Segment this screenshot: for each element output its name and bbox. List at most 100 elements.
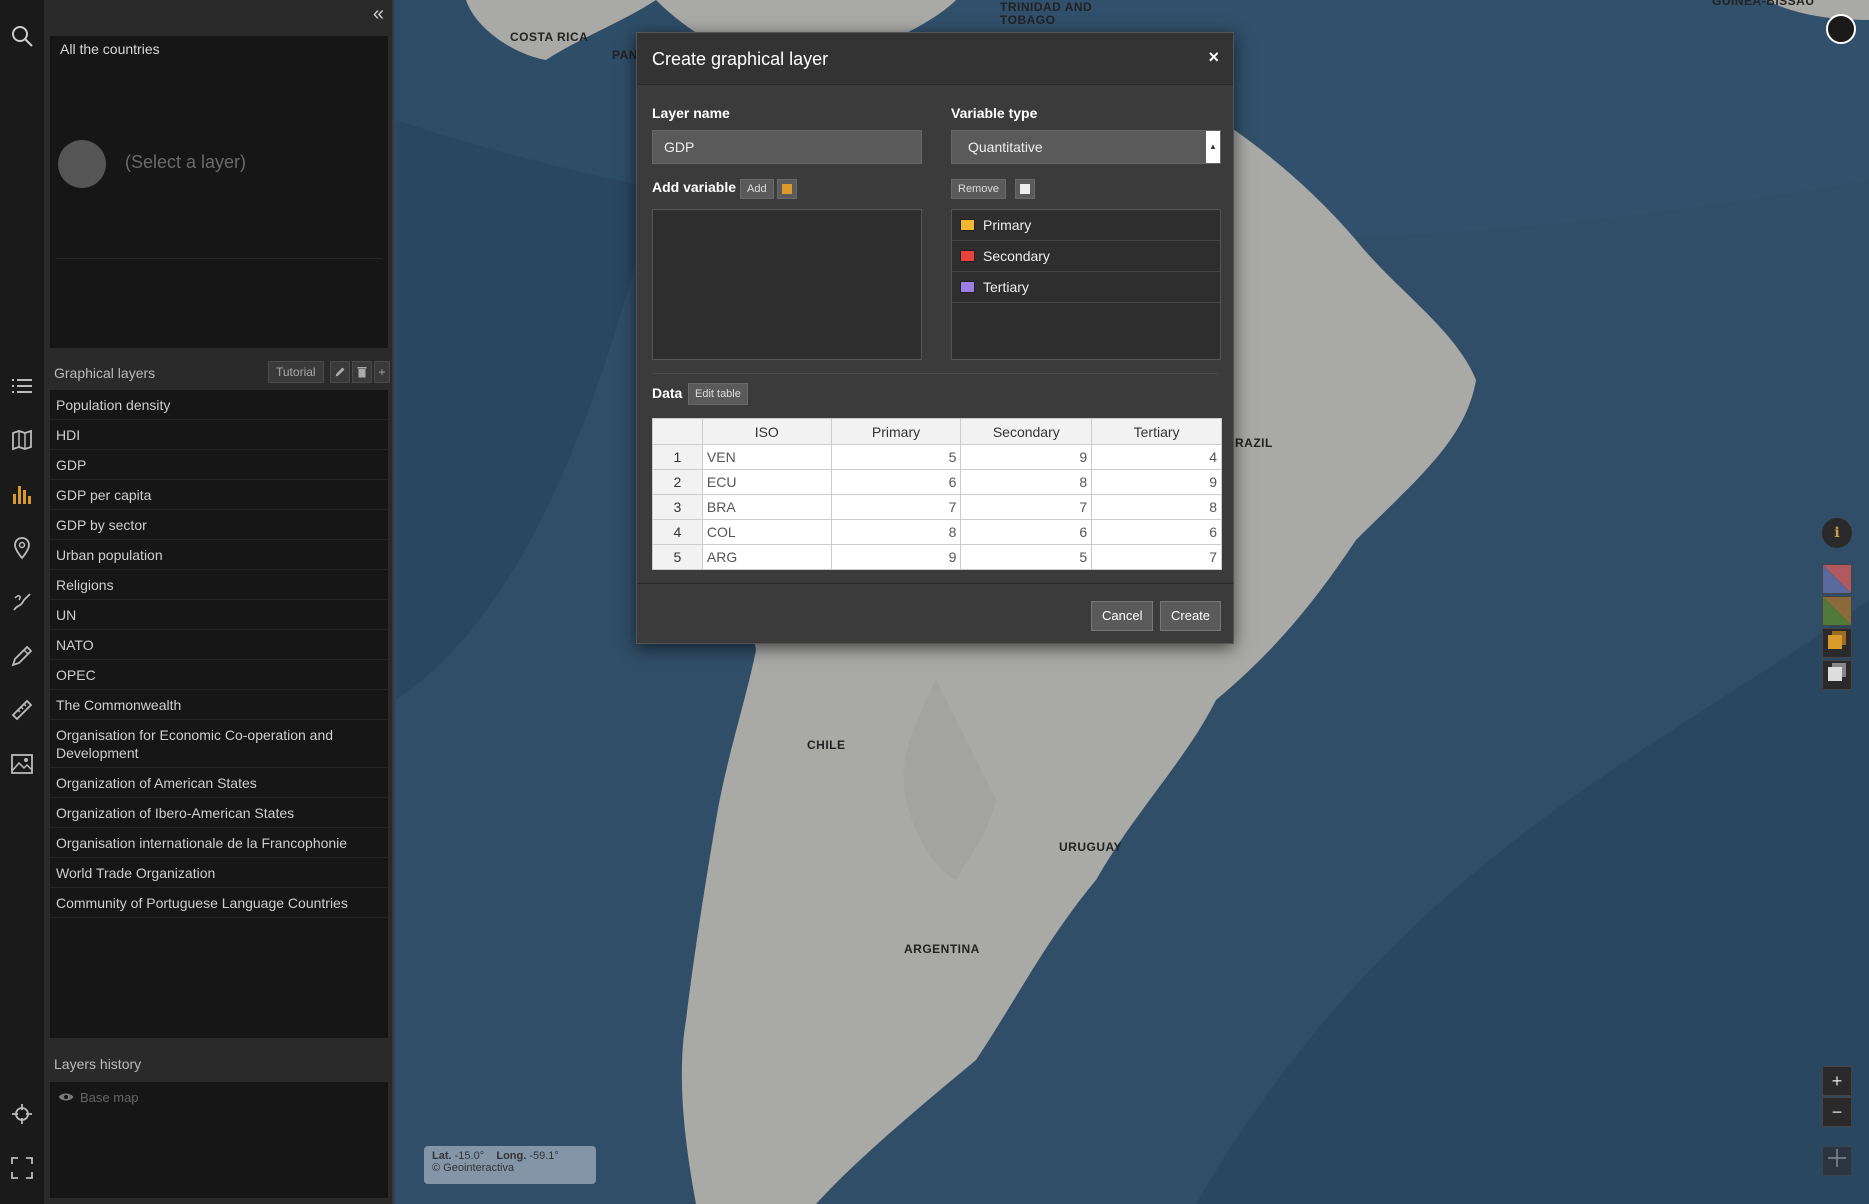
graphical-layer-item[interactable]: The Commonwealth [50, 690, 388, 720]
layer-copy-orange-icon[interactable] [1822, 628, 1852, 658]
delete-layer-icon[interactable] [352, 361, 372, 383]
table-cell-primary[interactable]: 5 [830, 444, 962, 470]
table-row[interactable]: 4 COL 8 6 6 [652, 519, 1222, 545]
graphical-layer-item[interactable]: NATO [50, 630, 388, 660]
search-icon[interactable] [6, 20, 38, 52]
compass-icon[interactable] [1822, 1146, 1852, 1176]
layers-history-title: Layers history [54, 1056, 142, 1072]
graphical-layer-item[interactable]: HDI [50, 420, 388, 450]
table-row[interactable]: 2 ECU 6 8 9 [652, 469, 1222, 495]
table-cell-secondary[interactable]: 8 [960, 469, 1093, 495]
table-cell-tertiary[interactable]: 4 [1091, 444, 1222, 470]
zoom-in-button[interactable]: + [1822, 1066, 1852, 1096]
table-cell-secondary[interactable]: 6 [960, 519, 1093, 545]
table-cell-primary[interactable]: 6 [830, 469, 962, 495]
color-swatch[interactable] [960, 250, 975, 262]
zoom-out-button[interactable]: − [1822, 1097, 1852, 1127]
image-icon[interactable] [6, 748, 38, 780]
map-label-trinidad: TRINIDAD AND [1000, 0, 1093, 14]
graphical-layer-item[interactable]: Community of Portuguese Language Countri… [50, 888, 388, 918]
table-cell-primary[interactable]: 7 [830, 494, 962, 520]
info-icon[interactable]: i [1822, 518, 1852, 548]
color-square-orange-icon[interactable] [777, 179, 797, 199]
map-book-icon[interactable] [6, 424, 38, 456]
map-label-uruguay: URUGUAY [1059, 840, 1123, 854]
collapse-panel-icon[interactable]: « [373, 4, 384, 24]
graphical-layer-item[interactable]: Organisation for Economic Co-operation a… [50, 720, 388, 768]
variable-row[interactable]: Tertiary [952, 272, 1220, 303]
table-cell-tertiary[interactable]: 7 [1091, 544, 1222, 570]
bar-chart-icon[interactable] [6, 478, 38, 510]
layer-name-input[interactable] [652, 130, 922, 164]
layer-theme-green-icon[interactable] [1822, 596, 1852, 626]
ruler-icon[interactable] [6, 694, 38, 726]
map-label-argentina: ARGENTINA [904, 942, 980, 956]
variable-row[interactable]: Secondary [952, 241, 1220, 272]
table-cell-tertiary[interactable]: 6 [1091, 519, 1222, 545]
color-square-white-icon[interactable] [1015, 179, 1035, 199]
eye-icon[interactable] [58, 1090, 74, 1105]
graphical-layer-item[interactable]: Organization of American States [50, 768, 388, 798]
available-variables-list[interactable] [652, 209, 922, 360]
lat-label: Lat. [432, 1150, 452, 1162]
graphical-layer-item[interactable]: GDP per capita [50, 480, 388, 510]
table-cell-secondary[interactable]: 7 [960, 494, 1093, 520]
table-header-row: ISO Primary Secondary Tertiary [652, 418, 1222, 445]
graphical-layer-item[interactable]: Religions [50, 570, 388, 600]
graphical-layer-item[interactable]: Organization of Ibero-American States [50, 798, 388, 828]
crosshair-icon[interactable] [6, 1098, 38, 1130]
table-cell-primary[interactable]: 9 [830, 544, 962, 570]
table-cell-secondary[interactable]: 5 [960, 544, 1093, 570]
table-row[interactable]: 5 ARG 9 5 7 [652, 544, 1222, 570]
history-item[interactable]: Base map [58, 1090, 139, 1105]
tutorial-button[interactable]: Tutorial [268, 361, 324, 383]
dropdown-arrow-icon[interactable]: ▲ [1206, 131, 1220, 163]
graphical-layer-item[interactable]: GDP by sector [50, 510, 388, 540]
table-cell-iso[interactable]: BRA [701, 494, 832, 520]
cancel-button[interactable]: Cancel [1091, 601, 1154, 631]
add-variable-button[interactable]: Add [740, 179, 774, 199]
table-cell-tertiary[interactable]: 8 [1091, 494, 1222, 520]
edit-layer-icon[interactable] [330, 361, 350, 383]
table-cell-iso[interactable]: COL [701, 519, 832, 545]
variable-name: Primary [983, 217, 1032, 233]
add-layer-icon[interactable]: + [374, 361, 390, 383]
layer-theme-red-icon[interactable] [1822, 564, 1852, 594]
graphical-layer-item[interactable]: Population density [50, 390, 388, 420]
graphical-layer-item[interactable]: GDP [50, 450, 388, 480]
countries-box: All the countries (Select a layer) [50, 36, 388, 348]
variable-type-value: Quantitative [968, 139, 1043, 155]
fullscreen-icon[interactable] [6, 1152, 38, 1184]
layers-history-header: Layers history [50, 1050, 388, 1080]
create-button[interactable]: Create [1160, 601, 1222, 631]
close-icon[interactable]: × [1208, 47, 1219, 68]
location-pin-icon[interactable] [6, 532, 38, 564]
variable-type-select[interactable]: Quantitative ▲ [951, 130, 1221, 164]
variable-row[interactable]: Primary [952, 210, 1220, 241]
table-cell-iso[interactable]: VEN [701, 444, 832, 470]
table-cell-tertiary[interactable]: 9 [1091, 469, 1222, 495]
table-cell-primary[interactable]: 8 [830, 519, 962, 545]
color-swatch[interactable] [960, 281, 975, 293]
table-cell-secondary[interactable]: 9 [960, 444, 1093, 470]
list-icon[interactable] [6, 370, 38, 402]
graphical-layer-item[interactable]: Organisation internationale de la Franco… [50, 828, 388, 858]
graphical-layer-item[interactable]: Urban population [50, 540, 388, 570]
pencil-icon[interactable] [6, 640, 38, 672]
table-cell-iso[interactable]: ARG [701, 544, 832, 570]
color-swatch[interactable] [960, 219, 975, 231]
variable-name: Secondary [983, 248, 1050, 264]
graphical-layers-header: Graphical layers Tutorial + [50, 358, 390, 388]
layer-copy-white-icon[interactable] [1822, 660, 1852, 690]
table-cell-n: 3 [652, 494, 703, 520]
selected-variables-list[interactable]: Primary Secondary Tertiary [951, 209, 1221, 360]
table-row[interactable]: 1 VEN 5 9 4 [652, 444, 1222, 470]
edit-table-button[interactable]: Edit table [688, 383, 748, 405]
graphical-layer-item[interactable]: OPEC [50, 660, 388, 690]
graphical-layer-item[interactable]: World Trade Organization [50, 858, 388, 888]
remove-variable-button[interactable]: Remove [951, 179, 1006, 199]
table-row[interactable]: 3 BRA 7 7 8 [652, 494, 1222, 520]
graphical-layer-item[interactable]: UN [50, 600, 388, 630]
table-cell-iso[interactable]: ECU [701, 469, 832, 495]
draw-icon[interactable] [6, 586, 38, 618]
